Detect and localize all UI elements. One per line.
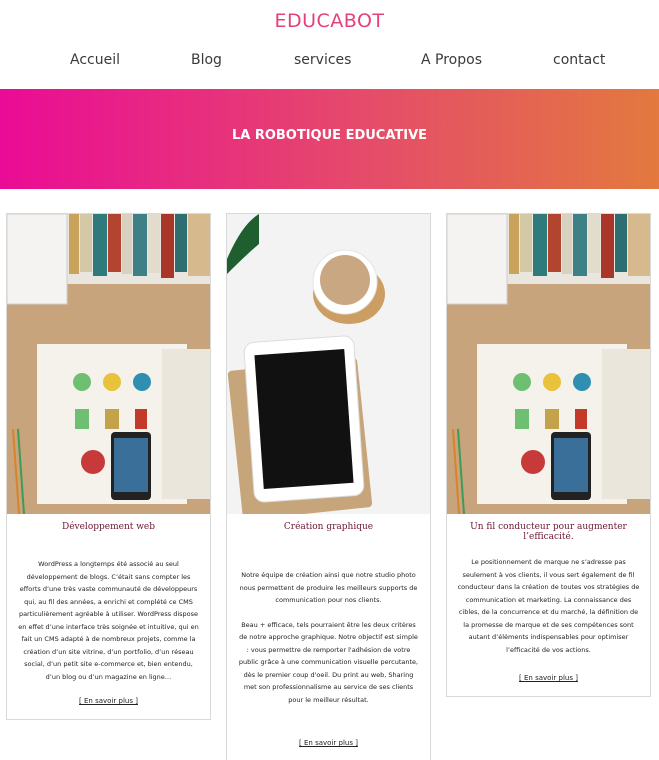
card-text: Le positionnement de marque ne s’adresse… (457, 556, 640, 656)
card-paragraph: Beau + efficace, tels pourraient être le… (238, 620, 419, 704)
service-card-web: Développement web WordPress a longtemps … (6, 213, 211, 720)
nav-contact[interactable]: contact (553, 52, 605, 68)
card-title: Création graphique (283, 522, 374, 532)
card-image (7, 214, 210, 514)
card-paragraph: Notre équipe de création ainsi que notre… (239, 571, 418, 604)
read-more-link[interactable]: [ En savoir plus ] (7, 697, 210, 705)
hero-title: LA ROBOTIQUE EDUCATIVE (231, 128, 428, 143)
read-more-link[interactable]: [ En savoir plus ] (227, 739, 430, 747)
main-nav: Accueil Blog services A Propos contact (0, 52, 659, 74)
card-paragraph: Le positionnement de marque ne s’adresse… (457, 558, 640, 654)
hero-banner: LA ROBOTIQUE EDUCATIVE (0, 89, 659, 189)
service-card-branding: Un fil conducteur pour augmenter l’effic… (446, 213, 651, 697)
card-title: Un fil conducteur pour augmenter l’effic… (470, 522, 627, 542)
nav-services[interactable]: services (294, 52, 351, 68)
tablet-coffee-photo (227, 214, 430, 514)
card-image (447, 214, 650, 514)
card-title: Développement web (61, 522, 156, 532)
nav-blog[interactable]: Blog (191, 52, 222, 68)
service-card-graphic: Création graphique Notre équipe de créat… (226, 213, 431, 760)
card-image (227, 214, 430, 514)
card-paragraph: WordPress a longtemps été associé au seu… (18, 560, 199, 681)
nav-accueil[interactable]: Accueil (70, 52, 120, 68)
card-text: WordPress a longtemps été associé au seu… (17, 558, 200, 683)
desk-books-phone-photo (447, 214, 650, 514)
card-text: Notre équipe de création ainsi que notre… (237, 569, 420, 706)
site-brand[interactable]: EDUCABOT (0, 10, 659, 32)
nav-a-propos[interactable]: A Propos (421, 52, 482, 68)
read-more-link[interactable]: [ En savoir plus ] (447, 674, 650, 682)
desk-books-phone-photo (7, 214, 210, 514)
